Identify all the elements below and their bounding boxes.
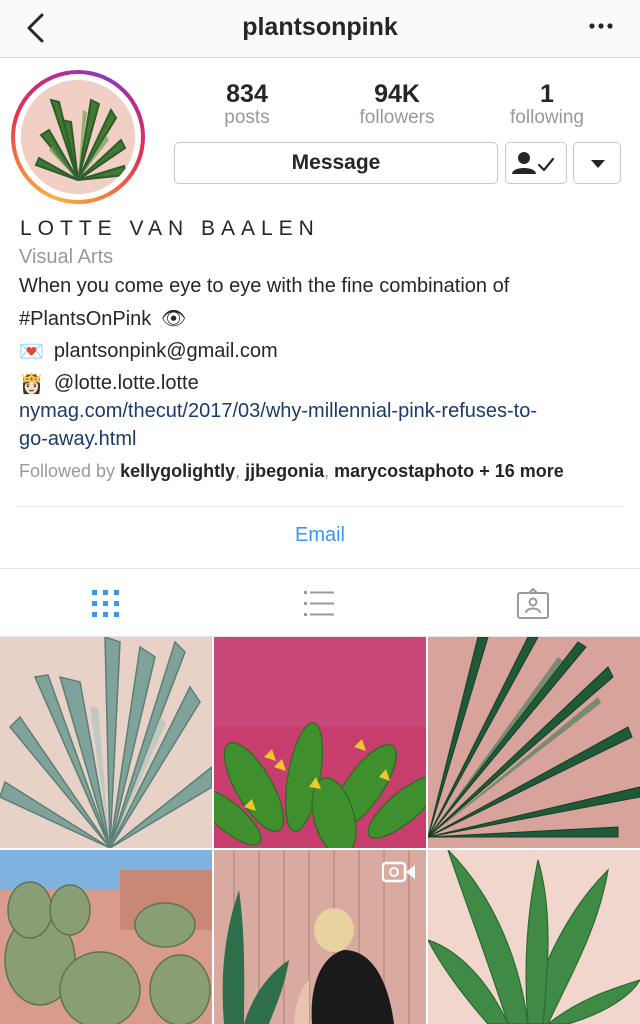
princess-emoji: 👸🏻 — [19, 373, 44, 395]
profile-category: Visual Arts — [19, 246, 114, 268]
bio-handle-line: 👸🏻 @lotte.lotte.lotte — [19, 371, 199, 396]
bio-text-line-1: When you come eye to eye with the fine c… — [19, 275, 510, 297]
profile-username-title: plantsonpink — [242, 13, 398, 41]
followed-by-user[interactable]: marycostaphoto — [334, 461, 474, 481]
list-icon[interactable] — [302, 587, 336, 621]
stat-followers[interactable]: 94K followers — [322, 80, 472, 128]
suggestions-dropdown-button[interactable] — [573, 142, 621, 184]
bio-website-link-line-1[interactable]: nymag.com/thecut/2017/03/why-millennial-… — [19, 400, 537, 423]
followed-by-prefix: Followed by — [19, 461, 121, 481]
avatar[interactable] — [21, 80, 135, 194]
post-thumbnail[interactable] — [214, 637, 426, 848]
more-dots-icon[interactable] — [588, 18, 614, 34]
stat-following[interactable]: 1 following — [472, 80, 622, 128]
tagged-icon[interactable] — [516, 587, 550, 621]
stat-followers-value: 94K — [374, 80, 420, 108]
followed-by-user[interactable]: kellygolightly — [120, 461, 235, 481]
stat-followers-label: followers — [359, 107, 435, 128]
post-thumbnail[interactable] — [214, 850, 426, 1024]
stat-following-label: following — [510, 107, 584, 128]
posts-grid — [0, 637, 640, 1024]
divider — [17, 506, 623, 507]
top-nav-bar: plantsonpink — [0, 0, 640, 58]
bio-email-line: 💌 plantsonpink@gmail.com — [19, 339, 278, 364]
email-contact-button[interactable]: Email — [0, 524, 640, 547]
bio-website-link-line-2[interactable]: go-away.html — [19, 428, 136, 451]
post-thumbnail[interactable] — [0, 850, 212, 1024]
bio-handle-link[interactable]: @lotte.lotte.lotte — [54, 372, 199, 394]
eye-emoji: 👁 — [160, 308, 187, 330]
love-letter-emoji: 💌 — [19, 341, 44, 363]
stat-posts-value: 834 — [226, 80, 268, 108]
followed-by-user[interactable]: jjbegonia — [245, 461, 324, 481]
followed-by-more[interactable]: + 16 more — [479, 461, 564, 481]
profile-tabs — [0, 568, 640, 637]
post-thumbnail[interactable] — [0, 637, 212, 848]
post-thumbnail[interactable] — [428, 637, 640, 848]
following-button[interactable] — [505, 142, 567, 184]
video-camera-icon — [382, 861, 415, 883]
post-thumbnail[interactable] — [428, 850, 640, 1024]
hashtag-link[interactable]: #PlantsOnPink — [19, 308, 151, 330]
caret-down-icon — [591, 160, 605, 168]
bio-text-line-2: #PlantsOnPink 👁 — [19, 306, 186, 331]
grid-icon[interactable] — [89, 587, 123, 621]
profile-full-name: LOTTE VAN BAALEN — [20, 217, 320, 240]
following-check-icon — [512, 152, 555, 174]
stat-posts-label: posts — [224, 107, 270, 128]
story-ring[interactable] — [11, 70, 145, 204]
message-button[interactable]: Message — [174, 142, 498, 184]
stat-following-value: 1 — [540, 80, 554, 108]
stat-posts[interactable]: 834 posts — [172, 80, 322, 128]
followed-by-text: Followed by kellygolightly, jjbegonia, m… — [19, 461, 564, 481]
bio-email: plantsonpink@gmail.com — [53, 339, 278, 362]
